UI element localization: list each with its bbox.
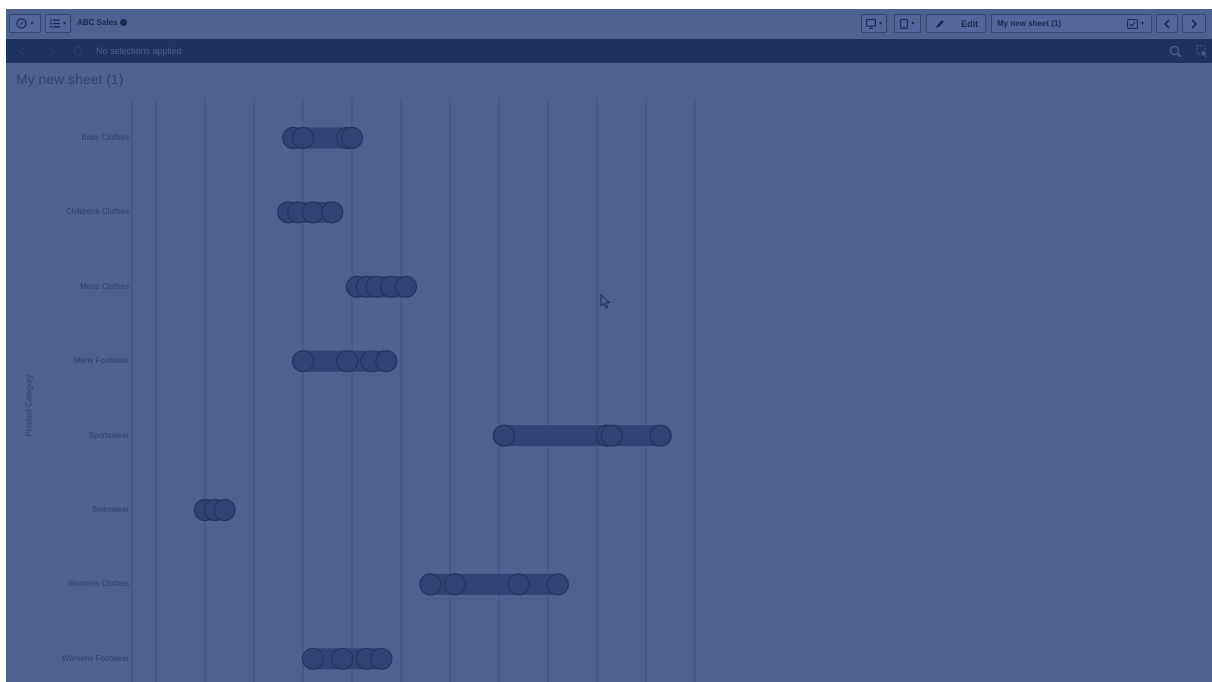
data-point[interactable]: [213, 498, 236, 522]
data-point[interactable]: [291, 350, 315, 373]
data-point[interactable]: [443, 573, 466, 596]
data-point[interactable]: [419, 573, 442, 596]
data-point[interactable]: [301, 201, 324, 224]
data-point[interactable]: [492, 424, 515, 447]
data-point[interactable]: [546, 573, 569, 596]
distribution-plot[interactable]: [6, 9, 1212, 682]
app-window: ▾ ▾ ABC Sales ▾ ▾ Edit My new sheet (1) …: [6, 9, 1212, 682]
data-point[interactable]: [340, 126, 364, 150]
data-point[interactable]: [507, 573, 530, 596]
data-point[interactable]: [301, 647, 324, 670]
data-point[interactable]: [336, 350, 359, 373]
distribution-bar: [503, 425, 661, 447]
data-point[interactable]: [600, 424, 623, 447]
data-point[interactable]: [331, 647, 354, 670]
data-point[interactable]: [375, 350, 398, 373]
data-point[interactable]: [291, 126, 315, 150]
data-point[interactable]: [321, 201, 344, 224]
data-point[interactable]: [649, 424, 672, 447]
data-point[interactable]: [370, 647, 393, 670]
mouse-cursor-icon: [600, 294, 611, 309]
data-point[interactable]: [394, 275, 417, 298]
